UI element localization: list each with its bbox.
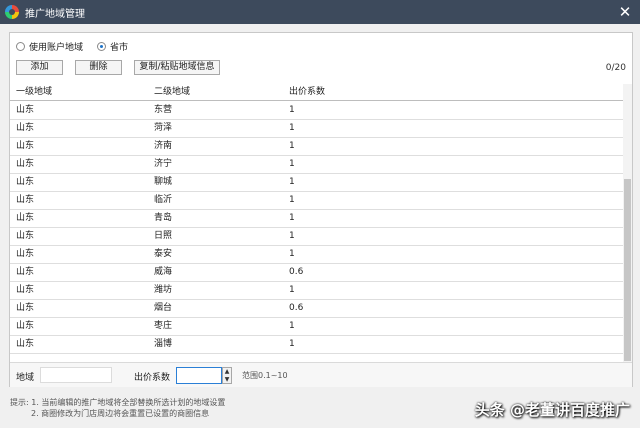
header-bid-coefficient[interactable]: 出价系数 xyxy=(289,84,325,101)
level1-region-cell: 山东 xyxy=(16,303,35,313)
tip-line-1: 提示: 1. 当前编辑的推广地域将全部替换所选计划的地域设置 xyxy=(10,398,226,407)
level1-region-cell: 山东 xyxy=(16,141,35,151)
region-field[interactable] xyxy=(40,367,112,383)
level1-region-cell: 山东 xyxy=(16,285,35,295)
bid-coefficient-cell: 1 xyxy=(289,285,295,295)
table-row[interactable]: 山东 日照 1 xyxy=(10,228,624,246)
bid-coefficient-cell: 1 xyxy=(289,249,295,259)
bid-coefficient-cell: 1 xyxy=(289,213,295,223)
add-button[interactable]: 添加 xyxy=(16,60,63,75)
header-level2-region[interactable]: 二级地域 xyxy=(154,84,190,101)
radio-province-city[interactable]: 省市 xyxy=(97,40,128,53)
scrollbar-thumb[interactable] xyxy=(624,179,631,361)
watermark: 头条 @老董讲百度推广 xyxy=(474,401,630,419)
bid-coefficient-cell: 1 xyxy=(289,339,295,349)
region-panel: 使用账户地域 省市 添加 删除 复制/粘贴地域信息 0/20 一级地域 二级地域… xyxy=(9,32,633,387)
level2-region-cell: 济宁 xyxy=(154,159,173,169)
stepper-down-icon[interactable]: ▼ xyxy=(223,376,231,383)
coefficient-range-hint: 范围0.1~10 xyxy=(242,371,288,380)
level1-region-cell: 山东 xyxy=(16,195,35,205)
table-row[interactable]: 山东 泰安 1 xyxy=(10,246,624,264)
bid-coefficient-cell: 1 xyxy=(289,105,295,115)
radio-account-region-circle[interactable] xyxy=(16,41,25,51)
tips: 提示: 1. 当前编辑的推广地域将全部替换所选计划的地域设置 2. 商圈修改为门… xyxy=(10,397,225,419)
coefficient-stepper[interactable]: ▲ ▼ xyxy=(222,367,232,384)
table-row[interactable]: 山东 枣庄 1 xyxy=(10,318,624,336)
radio-account-region[interactable]: 使用账户地域 xyxy=(16,40,83,53)
table-scrollbar[interactable] xyxy=(623,84,632,362)
level1-region-cell: 山东 xyxy=(16,213,35,223)
level2-region-cell: 临沂 xyxy=(154,195,173,205)
table-row[interactable]: 山东 烟台 0.6 xyxy=(10,300,624,318)
level2-region-cell: 青岛 xyxy=(154,213,173,223)
bid-coefficient-cell: 1 xyxy=(289,159,295,169)
region-field-label: 地域 xyxy=(16,373,35,383)
table-row[interactable]: 山东 临沂 1 xyxy=(10,192,624,210)
table-row[interactable]: 山东 菏泽 1 xyxy=(10,120,624,138)
level2-region-cell: 淄博 xyxy=(154,339,173,349)
copy-paste-region-button[interactable]: 复制/粘贴地域信息 xyxy=(134,60,220,75)
bid-coefficient-cell: 0.6 xyxy=(289,267,304,277)
edit-footer: 地域 出价系数 ▲ ▼ 范围0.1~10 xyxy=(10,362,632,387)
title-bar: 推广地域管理 ✕ xyxy=(0,0,640,24)
table-row[interactable]: 山东 青岛 1 xyxy=(10,210,624,228)
close-icon[interactable]: ✕ xyxy=(616,3,634,21)
header-level1-region[interactable]: 一级地域 xyxy=(16,84,52,101)
radio-account-region-label: 使用账户地域 xyxy=(29,42,84,53)
bid-coefficient-cell: 1 xyxy=(289,231,295,241)
table-header: 一级地域 二级地域 出价系数 xyxy=(10,84,624,101)
table-row[interactable]: 山东 东营 1 xyxy=(10,102,624,120)
level2-region-cell: 菏泽 xyxy=(154,123,173,133)
table-row[interactable]: 山东 淄博 1 xyxy=(10,336,624,354)
level1-region-cell: 山东 xyxy=(16,249,35,259)
level2-region-cell: 潍坊 xyxy=(154,285,173,295)
level2-region-cell: 济南 xyxy=(154,141,173,151)
coefficient-field-label: 出价系数 xyxy=(134,373,171,383)
window-title: 推广地域管理 xyxy=(25,8,85,20)
table-row[interactable]: 山东 济南 1 xyxy=(10,138,624,156)
bid-coefficient-cell: 1 xyxy=(289,195,295,205)
level2-region-cell: 泰安 xyxy=(154,249,173,259)
stepper-up-icon[interactable]: ▲ xyxy=(223,368,231,375)
region-table-body: 山东 东营 1 山东 菏泽 1 山东 济南 1 山东 济宁 1 山东 聊城 1 山东 临沂 1 山东 青岛 1 山东 日照 1… xyxy=(10,102,624,362)
region-count: 0/20 xyxy=(605,63,626,73)
level1-region-cell: 山东 xyxy=(16,177,35,187)
level2-region-cell: 烟台 xyxy=(154,303,173,313)
level1-region-cell: 山东 xyxy=(16,231,35,241)
radio-province-city-circle[interactable] xyxy=(97,41,107,51)
bid-coefficient-cell: 1 xyxy=(289,123,295,133)
level1-region-cell: 山东 xyxy=(16,267,35,277)
table-row[interactable]: 山东 潍坊 1 xyxy=(10,282,624,300)
level2-region-cell: 威海 xyxy=(154,267,173,277)
app-logo-icon xyxy=(5,5,19,19)
delete-button[interactable]: 删除 xyxy=(75,60,122,75)
level1-region-cell: 山东 xyxy=(16,105,35,115)
level2-region-cell: 聊城 xyxy=(154,177,173,187)
region-mode-radio-group: 使用账户地域 省市 xyxy=(16,39,142,53)
level1-region-cell: 山东 xyxy=(16,159,35,169)
coefficient-field[interactable] xyxy=(176,367,222,384)
level2-region-cell: 枣庄 xyxy=(154,321,173,331)
bid-coefficient-cell: 1 xyxy=(289,177,295,187)
level2-region-cell: 日照 xyxy=(154,231,173,241)
table-row[interactable]: 山东 威海 0.6 xyxy=(10,264,624,282)
bid-coefficient-cell: 1 xyxy=(289,321,295,331)
level2-region-cell: 东营 xyxy=(154,105,173,115)
level1-region-cell: 山东 xyxy=(16,123,35,133)
bid-coefficient-cell: 0.6 xyxy=(289,303,304,313)
tip-line-2: 2. 商圈修改为门店周边将会重置已设置的商圈信息 xyxy=(31,409,210,418)
level1-region-cell: 山东 xyxy=(16,321,35,331)
radio-province-city-label: 省市 xyxy=(110,42,129,53)
table-row[interactable]: 山东 聊城 1 xyxy=(10,174,624,192)
bid-coefficient-cell: 1 xyxy=(289,141,295,151)
level1-region-cell: 山东 xyxy=(16,339,35,349)
table-row[interactable]: 山东 济宁 1 xyxy=(10,156,624,174)
